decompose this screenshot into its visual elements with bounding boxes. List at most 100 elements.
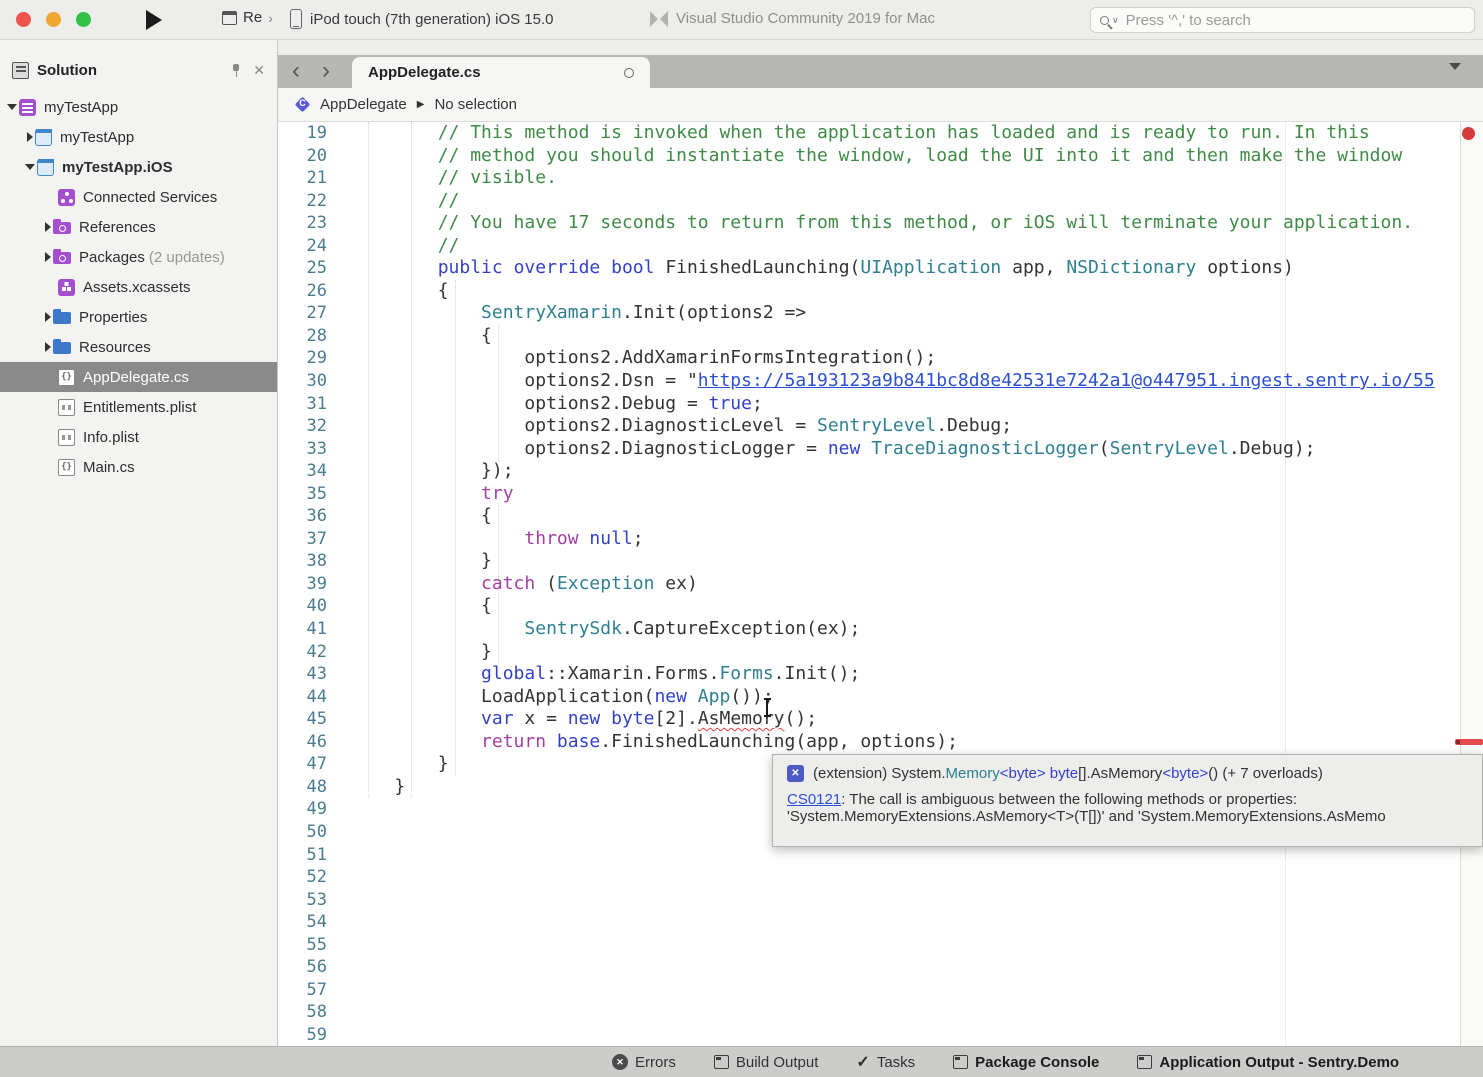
tree-item-mytestapp[interactable]: myTestApp	[0, 122, 277, 152]
panel-application-output-sentry-demo[interactable]: Application Output - Sentry.Demo	[1137, 1054, 1399, 1071]
code-line-41[interactable]: 41 SentrySdk.CaptureException(ex);	[278, 618, 1460, 641]
code-line-30[interactable]: 30 options2.Dsn = "https://5a193123a9b84…	[278, 370, 1460, 393]
tree-item-mytestapp[interactable]: myTestApp	[0, 92, 277, 122]
line-number: 49	[278, 798, 341, 821]
device-target-selector[interactable]: iPod touch (7th generation) iOS 15.0	[290, 9, 554, 29]
tree-item-mytestapp-ios[interactable]: myTestApp.iOS	[0, 152, 277, 182]
code-line-44[interactable]: 44 LoadApplication(new App());	[278, 686, 1460, 709]
code-line-29[interactable]: 29 options2.AddXamarinFormsIntegration()…	[278, 347, 1460, 370]
code-token: new	[568, 708, 601, 729]
code-line-58[interactable]: 58	[278, 1001, 1460, 1024]
code-text: {	[341, 505, 492, 528]
line-number: 25	[278, 257, 341, 280]
breadcrumb-class[interactable]: AppDelegate	[320, 96, 407, 113]
code-line-57[interactable]: 57	[278, 979, 1460, 1002]
code-line-34[interactable]: 34 });	[278, 460, 1460, 483]
pin-icon[interactable]	[229, 63, 243, 77]
code-line-20[interactable]: 20 // method you should instantiate the …	[278, 145, 1460, 168]
code-line-43[interactable]: 43 global::Xamarin.Forms.Forms.Init();	[278, 663, 1460, 686]
search-icon	[1100, 16, 1109, 25]
vs-logo-icon	[650, 11, 668, 27]
code-line-37[interactable]: 37 throw null;	[278, 528, 1460, 551]
tree-item-main-cs[interactable]: Main.cs	[0, 452, 277, 482]
line-number: 36	[278, 505, 341, 528]
code-line-38[interactable]: 38 }	[278, 550, 1460, 573]
code-line-23[interactable]: 23 // You have 17 seconds to return from…	[278, 212, 1460, 235]
code-line-32[interactable]: 32 options2.DiagnosticLevel = SentryLeve…	[278, 415, 1460, 438]
tree-item-label: Packages	[79, 249, 145, 266]
code-text: }	[341, 776, 405, 799]
navigate-forward-button[interactable]: ›	[322, 56, 330, 86]
expander-icon[interactable]	[7, 104, 17, 110]
breadcrumb-selection[interactable]: No selection	[434, 96, 517, 113]
tree-item-assets-xcassets[interactable]: Assets.xcassets	[0, 272, 277, 302]
line-number: 24	[278, 235, 341, 258]
code-token: new	[828, 438, 861, 459]
traffic-light-close-button[interactable]	[16, 12, 31, 27]
code-line-54[interactable]: 54	[278, 911, 1460, 934]
code-line-42[interactable]: 42 }	[278, 641, 1460, 664]
tree-item-resources[interactable]: Resources	[0, 332, 277, 362]
tree-item-references[interactable]: References	[0, 212, 277, 242]
panel-package-console[interactable]: Package Console	[953, 1054, 1099, 1071]
code-text: options2.DiagnosticLogger = new TraceDia…	[341, 438, 1316, 461]
code-line-25[interactable]: 25 public override bool FinishedLaunchin…	[278, 257, 1460, 280]
code-line-22[interactable]: 22 //	[278, 190, 1460, 213]
tree-item-appdelegate-cs[interactable]: AppDelegate.cs	[0, 362, 277, 392]
expander-icon[interactable]	[25, 164, 35, 170]
code-line-36[interactable]: 36 {	[278, 505, 1460, 528]
code-line-19[interactable]: 19 // This method is invoked when the ap…	[278, 122, 1460, 145]
close-icon[interactable]: ✕	[253, 63, 265, 77]
error-indicator-dot[interactable]	[1462, 127, 1475, 140]
expander-icon[interactable]	[45, 252, 51, 262]
traffic-light-minimize-button[interactable]	[46, 12, 61, 27]
expander-icon[interactable]	[45, 222, 51, 232]
code-line-27[interactable]: 27 SentryXamarin.Init(options2 =>	[278, 302, 1460, 325]
tree-item-packages[interactable]: Packages(2 updates)	[0, 242, 277, 272]
panel-tasks[interactable]: Tasks	[856, 1052, 915, 1072]
panel-build-output[interactable]: Build Output	[714, 1054, 819, 1071]
code-line-21[interactable]: 21 // visible.	[278, 167, 1460, 190]
tab-appdelegate[interactable]: AppDelegate.cs	[352, 57, 650, 88]
code-token: (extension) System.	[813, 765, 946, 782]
tree-item-connected-services[interactable]: Connected Services	[0, 182, 277, 212]
search-input[interactable]	[1126, 12, 1426, 29]
code-line-26[interactable]: 26 {	[278, 280, 1460, 303]
code-text: return base.FinishedLaunching(app, optio…	[341, 731, 958, 754]
tree-item-properties[interactable]: Properties	[0, 302, 277, 332]
code-editor[interactable]: 19 // This method is invoked when the ap…	[278, 122, 1460, 1046]
error-marker[interactable]	[1455, 739, 1483, 745]
code-line-53[interactable]: 53	[278, 889, 1460, 912]
tree-item-entitlements-plist[interactable]: Entitlements.plist	[0, 392, 277, 422]
global-search-box[interactable]: ∨	[1090, 7, 1475, 33]
code-line-31[interactable]: 31 options2.Debug = true;	[278, 393, 1460, 416]
run-button[interactable]	[146, 10, 162, 30]
expander-icon[interactable]	[27, 132, 33, 142]
code-line-39[interactable]: 39 catch (Exception ex)	[278, 573, 1460, 596]
csfile-icon	[58, 369, 75, 386]
code-line-33[interactable]: 33 options2.DiagnosticLogger = new Trace…	[278, 438, 1460, 461]
code-line-24[interactable]: 24 //	[278, 235, 1460, 258]
tab-list-dropdown-icon[interactable]	[1449, 63, 1461, 70]
code-line-45[interactable]: 45 var x = new byte[2].AsMemory();	[278, 708, 1460, 731]
navigate-back-button[interactable]: ‹	[292, 56, 300, 86]
code-line-55[interactable]: 55	[278, 934, 1460, 957]
expander-icon[interactable]	[45, 312, 51, 322]
code-line-59[interactable]: 59	[278, 1024, 1460, 1046]
code-line-56[interactable]: 56	[278, 956, 1460, 979]
expander-icon[interactable]	[45, 342, 51, 352]
tree-item-info-plist[interactable]: Info.plist	[0, 422, 277, 452]
link-text[interactable]: https://5a193123a9b841bc8d8e42531e7242a1…	[698, 370, 1435, 391]
build-configuration-selector[interactable]: Re ›	[222, 9, 273, 26]
editor-scrollbar[interactable]	[1460, 122, 1483, 1046]
error-token: AsMemory	[698, 708, 785, 729]
link-text[interactable]: CS0121	[787, 791, 841, 808]
code-line-52[interactable]: 52	[278, 866, 1460, 889]
code-line-40[interactable]: 40 {	[278, 595, 1460, 618]
code-token: catch	[481, 573, 535, 594]
panel-errors[interactable]: Errors	[612, 1054, 676, 1071]
traffic-light-zoom-button[interactable]	[76, 12, 91, 27]
code-line-46[interactable]: 46 return base.FinishedLaunching(app, op…	[278, 731, 1460, 754]
code-line-28[interactable]: 28 {	[278, 325, 1460, 348]
code-line-35[interactable]: 35 try	[278, 483, 1460, 506]
